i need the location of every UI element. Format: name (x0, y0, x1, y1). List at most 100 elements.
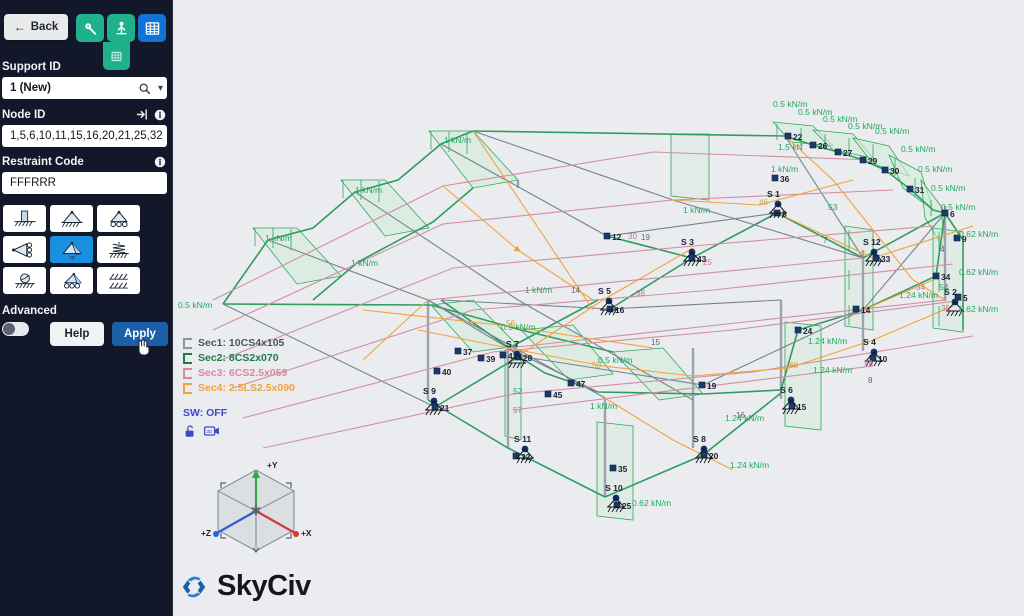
advanced-toggle[interactable] (2, 322, 29, 336)
restraint-code-label-row: Restraint Code (0, 156, 172, 168)
member-label: 58 (864, 359, 873, 368)
model-node[interactable]: 30 (881, 166, 900, 176)
model-node[interactable]: 36 (771, 174, 790, 184)
support-pinned-option[interactable] (50, 205, 93, 232)
model-node[interactable]: 47 (567, 379, 586, 389)
model-node[interactable]: 26 (809, 141, 828, 151)
support-pinned-3d-icon: 3D (61, 241, 82, 259)
model-node[interactable]: 29 (859, 156, 878, 166)
support-tool-button[interactable] (107, 14, 135, 42)
support-id-label: S 6 (780, 385, 793, 395)
model-node[interactable]: 32 (512, 452, 531, 462)
self-weight-status: SW: OFF (183, 407, 228, 419)
node-id-label: Node ID (2, 108, 46, 121)
node-id-label: 12 (612, 232, 622, 242)
legend-item: Sec3: 6CS2.5x059 (183, 366, 295, 380)
axis-z-label: +Z (201, 528, 211, 538)
support-pinned-icon (60, 210, 83, 227)
support-id-label: S 3 (681, 237, 694, 247)
left-panel: ← Back Support ID 1 (New) ▾ Node ID 1,5,… (0, 0, 173, 616)
model-node[interactable]: 27 (834, 148, 853, 158)
model-node[interactable]: 45 (544, 390, 563, 400)
pick-from-model-icon[interactable] (136, 108, 149, 121)
node-id-label: 24 (803, 326, 813, 336)
legend-item: Sec2: 8CS2x070 (183, 351, 295, 365)
node-tool-button[interactable] (76, 14, 104, 42)
3d-camera-icon[interactable]: 3D (204, 425, 220, 437)
svg-text:3D: 3D (206, 429, 213, 435)
support-spring-option[interactable] (97, 236, 140, 263)
axis-orientation-gizmo[interactable]: +Y +X +Z ✱ (191, 448, 321, 558)
node-id-label: 37 (463, 347, 473, 357)
node-id-label-row: Node ID (0, 108, 172, 121)
support-hatched-option[interactable] (97, 267, 140, 294)
model-node[interactable]: 39 (477, 354, 496, 364)
section-legend: Sec1: 10CS4x105 Sec2: 8CS2x070 Sec3: 6CS… (183, 336, 295, 438)
support-roller-group-option[interactable] (50, 267, 93, 294)
node-id-label: 47 (576, 379, 586, 389)
legend-label-sec1: Sec1: 10CS4x105 (198, 337, 285, 349)
info-icon[interactable] (154, 109, 166, 121)
skyciv-structural-3d-app: ← Back Support ID 1 (New) ▾ Node ID 1,5,… (0, 0, 1024, 616)
axis-x-label: +X (301, 528, 312, 538)
back-button[interactable]: ← Back (4, 14, 68, 40)
back-button-label: Back (30, 21, 59, 33)
table-tool-button[interactable] (138, 14, 166, 42)
member-label: 50 (592, 361, 601, 370)
support-rotational-option[interactable] (3, 267, 46, 294)
support-fixed-icon (13, 210, 36, 226)
node-id-label: 26 (818, 141, 828, 151)
support-spring-icon (108, 241, 129, 258)
member-label: 14 (571, 286, 580, 295)
model-node[interactable]: 19 (698, 381, 717, 391)
support-pinned-3d-option[interactable]: 3D (50, 236, 93, 263)
load-label: 1.24 kN/m (813, 365, 852, 375)
support-id-label: S 5 (598, 286, 611, 296)
node-id-label: 19 (707, 381, 717, 391)
model-node[interactable]: 37 (454, 347, 473, 357)
table-sub-tool-button[interactable] (103, 42, 130, 70)
load-label: 0.62 kN/m (959, 304, 998, 314)
support-roller-option[interactable] (97, 205, 140, 232)
support-id-select[interactable]: 1 (New) ▾ (2, 77, 167, 99)
node-id-label: 29 (868, 156, 878, 166)
load-label: 0.5 kN/m (901, 144, 935, 154)
model-viewport[interactable]: 8543101615282021253233122226272930313635… (173, 0, 1024, 616)
support-id-label: S 12 (863, 237, 881, 247)
legend-swatch-sec1 (183, 337, 192, 349)
apply-button[interactable]: Apply (112, 322, 168, 346)
node-id-input[interactable]: 1,5,6,10,11,15,16,20,21,25,32,3 (2, 125, 167, 147)
support-id-label: S 7 (506, 339, 519, 349)
model-node[interactable]: 12 (603, 232, 622, 242)
node-icon (84, 22, 96, 35)
node-id-label: 27 (843, 148, 853, 158)
advanced-label: Advanced (2, 305, 57, 317)
restraint-code-input[interactable]: FFFRRR (2, 172, 167, 194)
support-id-label-row: Support ID (0, 61, 172, 73)
load-label: 1 kN/m (444, 135, 471, 145)
legend-item: Sec4: 2.5LS2.5x090 (183, 381, 295, 395)
model-node[interactable]: 31 (906, 185, 925, 195)
support-roller-icon (109, 210, 128, 227)
chevron-down-icon[interactable]: ▾ (158, 83, 163, 94)
search-icon[interactable] (138, 82, 151, 95)
support-fixed-option[interactable] (3, 205, 46, 232)
info-icon[interactable] (154, 156, 166, 168)
load-label: 0.5 kN/m (941, 202, 975, 212)
legend-label-sec3: Sec3: 6CS2.5x059 (198, 367, 288, 379)
panel-action-buttons: Help Apply (50, 322, 168, 346)
restraint-code-value: FFFRRR (10, 177, 56, 189)
load-label: 1 kN/m (683, 205, 710, 215)
node-id-label: 5 (963, 293, 968, 303)
support-cantilever-option[interactable] (3, 236, 46, 263)
node-id-label: 22 (793, 132, 803, 142)
load-label: 1.24 kN/m (730, 460, 769, 470)
unlock-icon[interactable] (183, 424, 197, 438)
origin-marker: ✱ (251, 503, 262, 518)
help-button[interactable]: Help (50, 322, 104, 346)
model-node[interactable]: 40 (433, 367, 452, 377)
support-id-label: S 4 (863, 337, 876, 347)
load-label: 0.5 kN/m (931, 183, 965, 193)
skyciv-mark-icon (182, 576, 206, 597)
load-label: 0.5 kN/m (918, 164, 952, 174)
